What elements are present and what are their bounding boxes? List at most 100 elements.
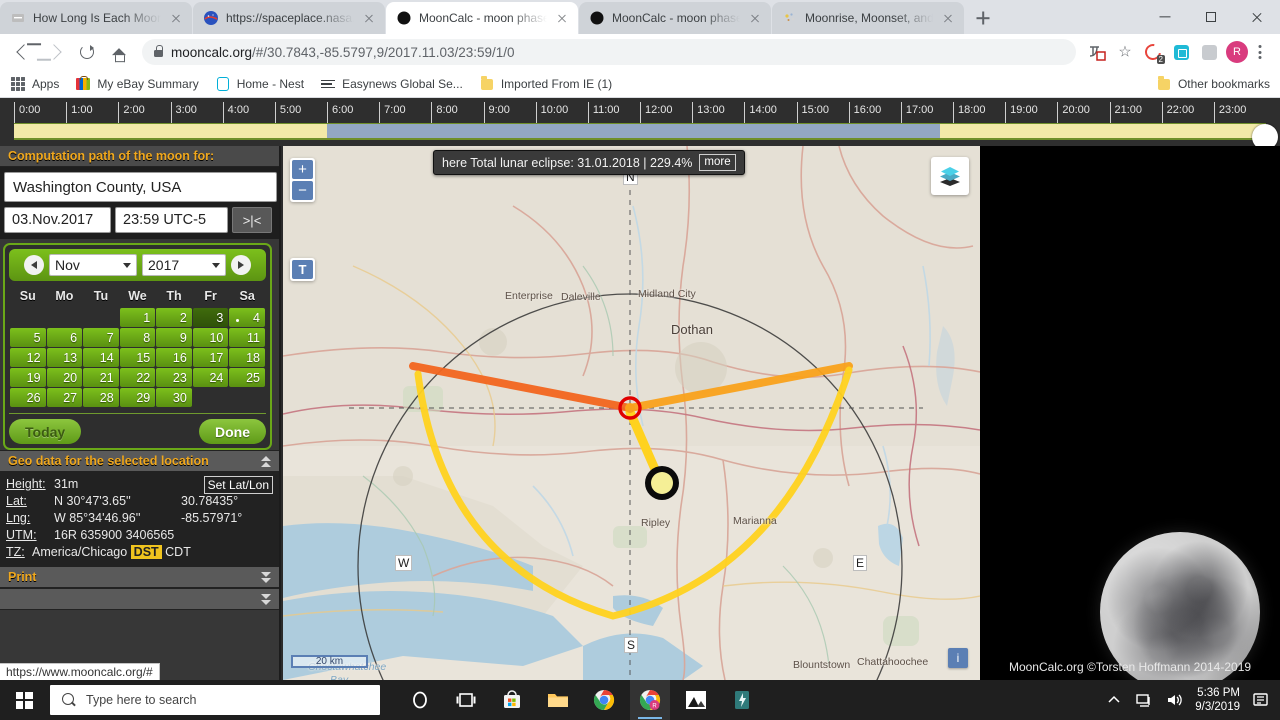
browser-tab-active[interactable]: MoonCalc - moon phase, h xyxy=(386,2,578,34)
calendar-day[interactable]: 23 xyxy=(156,368,192,387)
minimize-button[interactable] xyxy=(1142,0,1188,34)
calendar-day[interactable]: 21 xyxy=(83,368,119,387)
close-icon[interactable] xyxy=(554,10,570,26)
map[interactable]: Enterprise Daleville Midland City Dothan Mar… xyxy=(283,146,980,680)
location-input[interactable]: Washington County, USA xyxy=(4,172,277,202)
calendar-day[interactable]: 1 xyxy=(119,308,156,327)
year-select[interactable]: 2017 xyxy=(142,254,226,276)
next-month-button[interactable] xyxy=(231,255,251,275)
network-icon[interactable] xyxy=(1135,691,1153,709)
photos-icon[interactable] xyxy=(676,680,716,720)
calendar-day[interactable]: 16 xyxy=(156,348,192,367)
calendar-day[interactable]: 29 xyxy=(119,388,156,407)
volume-icon[interactable] xyxy=(1165,691,1183,709)
address-bar[interactable]: mooncalc.org/#/30.7843,-85.5797,9/2017.1… xyxy=(142,39,1076,65)
calendar-day[interactable]: 11 xyxy=(229,328,265,347)
calendar-day[interactable]: 19 xyxy=(10,368,46,387)
zoom-in-button[interactable]: + xyxy=(292,160,313,179)
layers-button[interactable] xyxy=(931,157,969,195)
done-button[interactable]: Done xyxy=(199,419,266,444)
eclipse-more-button[interactable]: more xyxy=(699,154,736,171)
time-input[interactable]: 23:59 UTC-5 xyxy=(115,207,228,233)
extra-section-header[interactable] xyxy=(0,588,279,610)
microsoft-store-icon[interactable] xyxy=(492,680,532,720)
clock[interactable]: 5:36 PM 9/3/2019 xyxy=(1195,686,1240,714)
close-icon[interactable] xyxy=(168,10,184,26)
start-button[interactable] xyxy=(0,680,48,720)
back-button[interactable] xyxy=(8,37,38,67)
calendar-day[interactable]: 28 xyxy=(83,388,119,407)
calendar-day[interactable]: 13 xyxy=(46,348,83,367)
avatar[interactable]: R xyxy=(1226,41,1248,63)
close-icon[interactable] xyxy=(940,10,956,26)
print-section-header[interactable]: Print xyxy=(0,566,279,588)
browser-tab[interactable]: How Long Is Each Moon Ph xyxy=(0,2,192,34)
date-input[interactable]: 03.Nov.2017 xyxy=(4,207,111,233)
forward-button[interactable] xyxy=(40,37,70,67)
collapse-icon[interactable] xyxy=(261,455,271,467)
calendar-day[interactable]: 8 xyxy=(119,328,156,347)
calendar-day[interactable]: 2 xyxy=(156,308,192,327)
calendar-day[interactable]: 14 xyxy=(83,348,119,367)
extension-adblock-icon[interactable]: 2 xyxy=(1140,39,1166,65)
expand-icon[interactable] xyxy=(261,571,271,583)
extension-sync-icon[interactable] xyxy=(1168,39,1194,65)
calendar-day[interactable]: 10 xyxy=(192,328,229,347)
browser-tab[interactable]: Moonrise, Moonset, and M xyxy=(772,2,964,34)
calendar-day[interactable]: 4 xyxy=(229,308,265,327)
calendar-day[interactable]: 24 xyxy=(192,368,229,387)
other-bookmarks[interactable]: Other bookmarks xyxy=(1156,76,1270,92)
calendar-day[interactable]: 22 xyxy=(119,368,156,387)
chrome-profile-icon[interactable]: R xyxy=(630,680,670,720)
browser-tab[interactable]: MoonCalc - moon phase, lu xyxy=(579,2,771,34)
close-icon[interactable] xyxy=(747,10,763,26)
file-explorer-icon[interactable] xyxy=(538,680,578,720)
zoom-out-button[interactable]: − xyxy=(292,181,313,200)
calendar-day[interactable]: 15 xyxy=(119,348,156,367)
calendar-day[interactable]: 30 xyxy=(156,388,192,407)
bookmark-easynews[interactable]: Easynews Global Se... xyxy=(320,76,463,92)
expand-icon[interactable] xyxy=(261,593,271,605)
calendar-day[interactable]: 12 xyxy=(10,348,46,367)
task-view-icon[interactable] xyxy=(446,680,486,720)
calendar-day[interactable]: 20 xyxy=(46,368,83,387)
set-lat-lon-button[interactable]: Set Lat/Lon xyxy=(203,476,273,494)
browser-menu-button[interactable] xyxy=(1248,39,1272,65)
show-hidden-icons-button[interactable] xyxy=(1105,691,1123,709)
bookmark-apps[interactable]: Apps xyxy=(10,76,59,92)
calendar-day[interactable]: 5 xyxy=(10,328,46,347)
calendar-day[interactable]: 9 xyxy=(156,328,192,347)
chrome-icon[interactable] xyxy=(584,680,624,720)
calendar-day[interactable]: 18 xyxy=(229,348,265,367)
calendar-day[interactable]: 26 xyxy=(10,388,46,407)
maximize-button[interactable] xyxy=(1188,0,1234,34)
geo-section-header[interactable]: Geo data for the selected location xyxy=(0,450,279,472)
close-icon[interactable] xyxy=(361,10,377,26)
calendar-day[interactable]: 17 xyxy=(192,348,229,367)
center-view-button[interactable]: >|< xyxy=(232,207,272,233)
editor-icon[interactable] xyxy=(722,680,762,720)
extension-grey-icon[interactable] xyxy=(1196,39,1222,65)
bookmark-star-icon[interactable]: ☆ xyxy=(1112,39,1138,65)
close-window-button[interactable] xyxy=(1234,0,1280,34)
reload-button[interactable] xyxy=(72,37,102,67)
bookmark-ebay[interactable]: My eBay Summary xyxy=(75,75,199,92)
month-select[interactable]: Nov xyxy=(49,254,137,276)
calendar-day[interactable]: 6 xyxy=(46,328,83,347)
terrain-button[interactable]: T xyxy=(292,260,313,279)
time-slider[interactable]: 0:00 1:00 2:00 3:00 4:00 5:00 6:00 7:00 8:00 9:00… xyxy=(0,98,1280,150)
calendar-day[interactable]: 25 xyxy=(229,368,265,387)
search-input[interactable]: Type here to search xyxy=(50,685,380,715)
map-info-button[interactable]: i xyxy=(948,648,968,668)
today-button[interactable]: Today xyxy=(9,419,82,444)
cortana-icon[interactable] xyxy=(400,680,440,720)
action-center-icon[interactable] xyxy=(1252,691,1270,709)
bookmark-nest[interactable]: Home - Nest xyxy=(215,76,304,92)
calendar-day[interactable]: 27 xyxy=(46,388,83,407)
bookmark-imported-from-ie[interactable]: Imported From IE (1) xyxy=(479,76,612,92)
translate-icon[interactable] xyxy=(1084,39,1110,65)
calendar-day[interactable]: 3 xyxy=(192,308,229,327)
prev-month-button[interactable] xyxy=(24,255,44,275)
calendar-day[interactable]: 7 xyxy=(83,328,119,347)
new-tab-button[interactable] xyxy=(969,4,997,32)
